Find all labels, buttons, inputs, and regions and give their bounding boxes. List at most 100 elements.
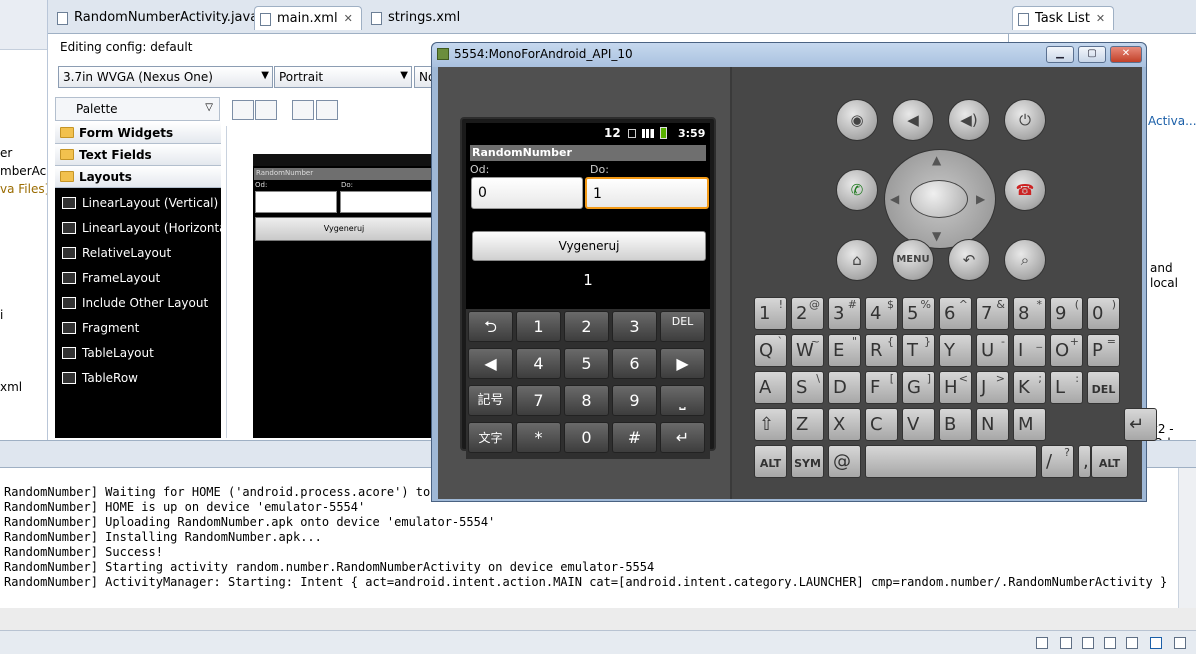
key-space[interactable] bbox=[865, 445, 1037, 478]
key-4[interactable]: 4 $ bbox=[865, 297, 898, 330]
key-hash[interactable]: # bbox=[612, 422, 657, 453]
status-icon[interactable] bbox=[1126, 637, 1138, 649]
key-⇧[interactable]: ⇧ bbox=[754, 408, 787, 441]
key-e[interactable]: E " bbox=[828, 334, 861, 367]
space-key[interactable]: ⎵ bbox=[660, 385, 705, 416]
key-i[interactable]: I _ bbox=[1013, 334, 1046, 367]
camera-icon[interactable]: ◉ bbox=[836, 99, 878, 141]
palette-item[interactable]: LinearLayout (Vertical) bbox=[55, 191, 221, 215]
maximize-button[interactable]: ▢ bbox=[1078, 46, 1106, 63]
volume-down-icon[interactable]: ◀ bbox=[892, 99, 934, 141]
palette-item[interactable]: RelativeLayout bbox=[55, 241, 221, 265]
key-k[interactable]: K; bbox=[1013, 371, 1046, 404]
palette-category-form-widgets[interactable]: Form Widgets bbox=[55, 122, 221, 144]
key-c[interactable]: C bbox=[865, 408, 898, 441]
key-del[interactable]: DEL bbox=[1087, 371, 1120, 404]
console-scrollbar[interactable] bbox=[1178, 468, 1196, 608]
fill-height-icon[interactable] bbox=[316, 100, 338, 120]
key-r[interactable]: R{ bbox=[865, 334, 898, 367]
status-icon[interactable] bbox=[1060, 637, 1072, 649]
key-5[interactable]: 5% bbox=[902, 297, 935, 330]
symbol-key[interactable]: 記号 bbox=[468, 385, 513, 416]
tab-task-list[interactable]: Task List ✕ bbox=[1012, 6, 1115, 30]
device-select[interactable]: 3.7in WVGA (Nexus One) ▼ bbox=[58, 66, 273, 88]
tab-main-xml[interactable]: main.xml ✕ bbox=[254, 6, 362, 30]
key-g[interactable]: G] bbox=[902, 371, 935, 404]
outline-link[interactable]: Activa... bbox=[1148, 114, 1196, 128]
emulator-title-bar[interactable]: 5554:MonoForAndroid_API_10 ▁ ▢ ✕ bbox=[432, 43, 1146, 67]
key-d[interactable]: D bbox=[828, 371, 861, 404]
key-5[interactable]: 5 bbox=[564, 348, 609, 379]
od-input[interactable]: 0 bbox=[471, 177, 583, 209]
volume-up-icon[interactable]: ◀) bbox=[948, 99, 990, 141]
back-icon[interactable]: ↶ bbox=[948, 239, 990, 281]
key-8[interactable]: 8 bbox=[564, 385, 609, 416]
key-7[interactable]: 7 & bbox=[976, 297, 1009, 330]
palette-item[interactable]: TableLayout bbox=[55, 341, 221, 365]
key-2[interactable]: 2 bbox=[564, 311, 609, 342]
close-icon[interactable]: ✕ bbox=[1096, 12, 1105, 25]
key-1[interactable]: 1! bbox=[754, 297, 787, 330]
tree-item[interactable]: va Files] bbox=[0, 182, 47, 196]
do-input[interactable]: 1 bbox=[585, 177, 709, 209]
key-alt[interactable]: ALT bbox=[1091, 445, 1128, 478]
tree-item[interactable]: i bbox=[0, 308, 3, 322]
tree-item[interactable]: er bbox=[0, 146, 12, 160]
dpad-center-button[interactable] bbox=[910, 180, 968, 218]
preview-generate-button[interactable]: Vygeneruj bbox=[255, 217, 433, 241]
dpad-down-icon[interactable]: ▼ bbox=[932, 229, 941, 243]
key-n[interactable]: N bbox=[976, 408, 1009, 441]
palette-category-layouts[interactable]: Layouts bbox=[55, 166, 221, 188]
cursor-left-key[interactable]: ◀ bbox=[468, 348, 513, 379]
key-9[interactable]: 9 bbox=[612, 385, 657, 416]
key-a[interactable]: A bbox=[754, 371, 787, 404]
preview-od-field[interactable] bbox=[255, 191, 337, 213]
chevron-down-icon[interactable]: ▽ bbox=[205, 102, 213, 113]
key-0[interactable]: 0) bbox=[1087, 297, 1120, 330]
key-f[interactable]: F[ bbox=[865, 371, 898, 404]
palette-header[interactable]: Palette ▽ bbox=[55, 97, 220, 121]
key-m[interactable]: M bbox=[1013, 408, 1046, 441]
character-mode-key[interactable]: 文字 bbox=[468, 422, 513, 453]
fill-width-icon[interactable] bbox=[292, 100, 314, 120]
minimize-button[interactable]: ▁ bbox=[1046, 46, 1074, 63]
enter-key[interactable]: ↵ bbox=[660, 422, 705, 453]
palette-item[interactable]: Include Other Layout bbox=[55, 291, 221, 315]
layout-horizontal-icon[interactable] bbox=[232, 100, 254, 120]
status-icon[interactable] bbox=[1104, 637, 1116, 649]
key-star[interactable]: * bbox=[516, 422, 561, 453]
palette-item[interactable]: LinearLayout (Horizontal) bbox=[55, 216, 235, 240]
key-b[interactable]: B bbox=[939, 408, 972, 441]
orientation-select[interactable]: Portrait ▼ bbox=[274, 66, 412, 88]
end-call-icon[interactable]: ☎ bbox=[1004, 169, 1046, 211]
key-j[interactable]: J > bbox=[976, 371, 1009, 404]
delete-key[interactable]: DEL bbox=[660, 311, 705, 342]
key-q[interactable]: Q ` bbox=[754, 334, 787, 367]
search-icon[interactable]: ⌕ bbox=[1004, 239, 1046, 281]
dpad-left-icon[interactable]: ◀ bbox=[890, 192, 899, 206]
key-7[interactable]: 7 bbox=[516, 385, 561, 416]
key-,[interactable]: , bbox=[1078, 445, 1091, 478]
status-icon[interactable] bbox=[1082, 637, 1094, 649]
home-icon[interactable]: ⌂ bbox=[836, 239, 878, 281]
key-9[interactable]: 9( bbox=[1050, 297, 1083, 330]
cursor-right-key[interactable]: ▶ bbox=[660, 348, 705, 379]
key-y[interactable]: Y bbox=[939, 334, 972, 367]
key-3[interactable]: 3 # bbox=[828, 297, 861, 330]
palette-item[interactable]: TableRow bbox=[55, 366, 221, 390]
key-o[interactable]: O + bbox=[1050, 334, 1083, 367]
status-icon[interactable] bbox=[1036, 637, 1048, 649]
tree-item[interactable]: mberAc bbox=[0, 164, 46, 178]
key-0[interactable]: 0 bbox=[564, 422, 609, 453]
tab-randomnumberactivity[interactable]: RandomNumberActivity.java bbox=[52, 6, 266, 30]
palette-item[interactable]: FrameLayout bbox=[55, 266, 221, 290]
close-icon[interactable]: ✕ bbox=[344, 12, 353, 25]
key-6[interactable]: 6 ^ bbox=[939, 297, 972, 330]
key-z[interactable]: Z bbox=[791, 408, 824, 441]
undo-key[interactable]: ⮌ bbox=[468, 311, 513, 342]
key-sym[interactable]: SYM bbox=[791, 445, 824, 478]
menu-button[interactable]: MENU bbox=[892, 239, 934, 281]
key-@[interactable]: @ bbox=[828, 445, 861, 478]
close-button[interactable]: ✕ bbox=[1110, 46, 1142, 63]
key-1[interactable]: 1 bbox=[516, 311, 561, 342]
